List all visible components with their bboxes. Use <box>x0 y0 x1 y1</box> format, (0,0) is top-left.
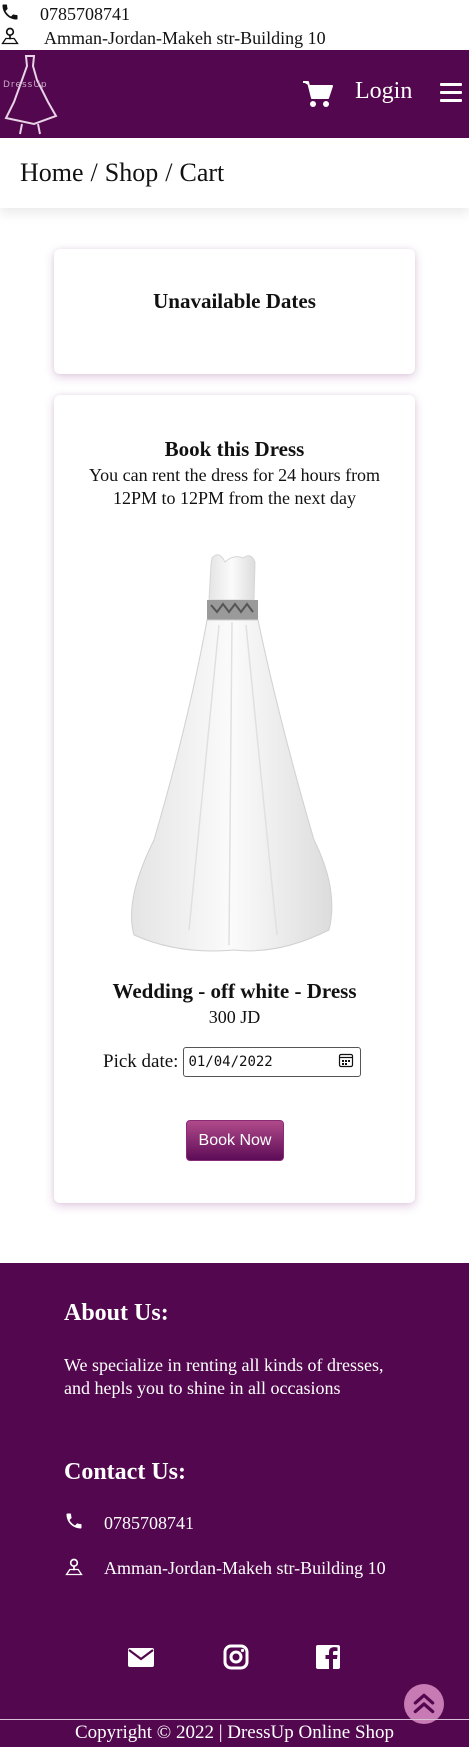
booking-card: Book this Dress You can rent the dress f… <box>54 395 415 1203</box>
top-address: Amman-Jordan-Makeh str-Building 10 <box>0 26 326 51</box>
location-pin-icon <box>0 26 20 51</box>
date-label: Pick date: <box>103 1051 179 1072</box>
about-text: We specialize in renting all kinds of dr… <box>64 1355 384 1398</box>
unavailable-dates-card: Unavailable Dates <box>54 249 415 374</box>
footer-address: Amman-Jordan-Makeh str-Building 10 <box>64 1557 414 1583</box>
dress-image <box>131 554 333 952</box>
product-price: 300 JD <box>208 1007 261 1027</box>
contact-title: Contact Us: <box>64 1459 186 1485</box>
unavailable-dates-title: Unavailable Dates <box>153 289 316 313</box>
chevron-up-icon <box>413 1693 435 1714</box>
date-picker-row: Pick date: 01/04/2022 <box>103 1047 362 1077</box>
footer-phone: 0785708741 <box>64 1511 194 1536</box>
instagram-icon[interactable] <box>222 1643 250 1671</box>
top-phone: 0785708741 <box>0 2 130 27</box>
booking-description: You can rent the dress for 24 hours from… <box>88 465 381 508</box>
date-input[interactable]: 01/04/2022 <box>183 1047 362 1077</box>
top-contact-bar: 0785708741 Amman-Jordan-Makeh str-Buildi… <box>0 0 469 50</box>
breadcrumb-separator: / <box>90 158 98 187</box>
hamburger-menu-icon[interactable] <box>440 83 462 103</box>
phone-icon <box>64 1511 84 1536</box>
logo-text: DressUp <box>3 80 48 90</box>
breadcrumb-cart[interactable]: Cart <box>179 158 224 188</box>
product-name: Wedding - off white - Dress <box>112 979 357 1003</box>
book-now-button[interactable]: Book Now <box>186 1120 284 1161</box>
logo[interactable]: DressUp <box>0 50 60 138</box>
navbar: DressUp Login <box>0 50 469 138</box>
breadcrumb-home[interactable]: Home <box>20 158 84 188</box>
breadcrumb: Home / Shop / Cart <box>0 138 469 208</box>
scroll-to-top-button[interactable] <box>404 1684 444 1724</box>
date-value: 01/04/2022 <box>188 1054 273 1070</box>
cart-icon[interactable] <box>302 78 334 110</box>
copyright: Copyright © 2022 | DressUp Online Shop <box>0 1719 469 1747</box>
mail-icon[interactable] <box>127 1643 155 1671</box>
dress-logo-icon <box>4 55 58 135</box>
facebook-icon[interactable] <box>314 1643 342 1671</box>
top-address-text: Amman-Jordan-Makeh str-Building 10 <box>44 28 326 48</box>
footer-phone-text: 0785708741 <box>104 1513 194 1533</box>
booking-title: Book this Dress <box>164 437 305 461</box>
footer: About Us: We specialize in renting all k… <box>0 1263 469 1747</box>
footer-address-text: Amman-Jordan-Makeh str-Building 10 <box>104 1558 386 1578</box>
breadcrumb-shop[interactable]: Shop <box>105 158 158 188</box>
calendar-icon[interactable] <box>338 1052 354 1072</box>
login-link[interactable]: Login <box>355 78 412 105</box>
breadcrumb-separator: / <box>165 158 173 187</box>
phone-icon <box>0 2 20 27</box>
top-phone-text: 0785708741 <box>40 4 130 24</box>
location-pin-icon <box>64 1557 84 1583</box>
about-title: About Us: <box>64 1300 169 1326</box>
